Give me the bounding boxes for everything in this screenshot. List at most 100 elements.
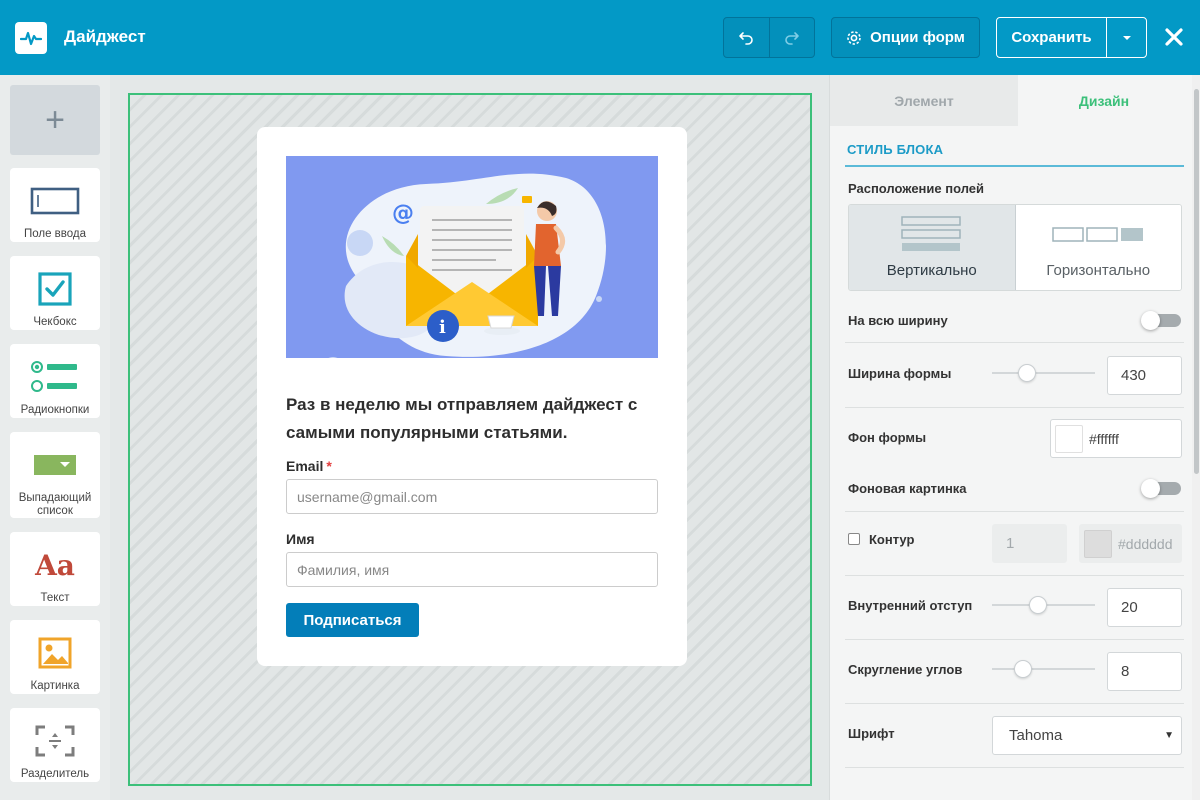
redo-icon <box>785 31 799 45</box>
editor-canvas: @ i Раз в неделю мы отправляем дайджест … <box>110 75 829 800</box>
slider-handle[interactable] <box>1014 660 1032 678</box>
image-icon <box>38 632 72 674</box>
font-select[interactable]: Tahoma ▼ <box>992 716 1182 755</box>
undo-icon <box>739 31 754 45</box>
tab-element[interactable]: Элемент <box>830 75 1018 126</box>
form-illustration[interactable]: @ i <box>286 156 658 358</box>
email-label-text: Email <box>286 458 324 474</box>
padding-slider[interactable] <box>992 596 1095 614</box>
settings-panel: Элемент Дизайн СТИЛЬ БЛОКА Расположение … <box>829 75 1200 800</box>
form-heading[interactable]: Раз в неделю мы отправляем дайджест с са… <box>286 391 658 447</box>
palette-item-label: Картинка <box>30 680 80 692</box>
full-width-toggle[interactable] <box>1141 311 1181 330</box>
separator <box>845 767 1184 768</box>
divider-icon <box>35 720 75 762</box>
separator <box>845 511 1184 512</box>
palette-item-divider[interactable]: Разделитель <box>10 708 100 782</box>
plus-icon: + <box>45 100 65 139</box>
bg-image-label: Фоновая картинка <box>848 481 967 496</box>
border-label: Контур <box>869 532 915 547</box>
toggle-knob <box>1141 311 1160 330</box>
palette-item-dropdown[interactable]: Выпадающий список <box>10 432 100 518</box>
palette-item-input[interactable]: Поле ввода <box>10 168 100 242</box>
dropdown-icon <box>33 444 77 486</box>
separator <box>845 575 1184 576</box>
form-options-button[interactable]: Опции форм <box>831 17 980 58</box>
section-title: СТИЛЬ БЛОКА <box>847 142 944 157</box>
border-checkbox[interactable] <box>848 533 860 545</box>
redo-button[interactable] <box>768 18 814 57</box>
undo-button[interactable] <box>724 18 769 57</box>
add-block-button[interactable]: + <box>10 85 100 155</box>
history-controls <box>723 17 815 58</box>
element-palette: + Поле ввода Чекбокс Радиокнопки Выпадаю… <box>0 75 110 800</box>
svg-text:i: i <box>439 317 446 338</box>
email-label: Email * <box>286 458 332 474</box>
layout-vertical-option[interactable]: Вертикально <box>849 205 1016 290</box>
palette-item-image[interactable]: Картинка <box>10 620 100 694</box>
gear-icon <box>847 30 861 45</box>
save-button[interactable]: Сохранить <box>997 18 1106 57</box>
palette-item-checkbox[interactable]: Чекбокс <box>10 256 100 330</box>
email-field[interactable]: username@gmail.com <box>286 479 658 514</box>
text-icon: Aa <box>35 544 75 586</box>
panel-scrollbar-thumb[interactable] <box>1194 89 1199 474</box>
subscription-form-card[interactable]: @ i Раз в неделю мы отправляем дайджест … <box>257 127 687 666</box>
form-bg-label: Фон формы <box>848 430 927 445</box>
checkbox-icon <box>38 268 72 310</box>
form-bg-color-field[interactable]: #ffffff <box>1050 419 1182 458</box>
form-bg-value: #ffffff <box>1089 430 1119 447</box>
palette-item-label: Чекбокс <box>33 316 77 328</box>
border-width-input[interactable]: 1 <box>992 524 1067 563</box>
email-placeholder: username@gmail.com <box>297 488 438 505</box>
border-color-field[interactable]: #dddddd <box>1079 524 1182 563</box>
padding-label: Внутренний отступ <box>848 598 973 613</box>
name-field[interactable]: Фамилия, имя <box>286 552 658 587</box>
dropdown-arrow-icon: ▼ <box>1164 730 1174 741</box>
slider-handle[interactable] <box>1029 596 1047 614</box>
color-swatch[interactable] <box>1084 529 1112 558</box>
palette-item-label: Поле ввода <box>23 228 87 240</box>
border-color-value: #dddddd <box>1118 535 1173 552</box>
separator <box>845 407 1184 408</box>
save-options-button[interactable] <box>1106 18 1146 57</box>
fields-layout-switch: Вертикально Горизонтально <box>848 204 1182 291</box>
subscribe-button[interactable]: Подписаться <box>286 603 419 637</box>
top-bar: Дайджест Опции форм Сохранить <box>0 0 1200 75</box>
required-mark: * <box>326 458 332 474</box>
name-placeholder: Фамилия, имя <box>297 561 390 578</box>
color-swatch[interactable] <box>1055 424 1083 453</box>
name-label: Имя <box>286 531 315 547</box>
palette-item-radio[interactable]: Радиокнопки <box>10 344 100 418</box>
bg-image-toggle[interactable] <box>1141 479 1181 498</box>
envelope-illustration-icon: @ i <box>328 173 606 358</box>
form-width-slider[interactable] <box>992 364 1095 382</box>
vertical-layout-icon <box>901 216 961 251</box>
palette-item-label: Разделитель <box>20 768 90 780</box>
close-button[interactable] <box>1161 24 1187 50</box>
corner-radius-slider[interactable] <box>992 660 1095 678</box>
layout-horizontal-label: Горизонтально <box>1046 262 1151 279</box>
separator <box>845 342 1184 343</box>
caret-down-icon <box>1122 35 1131 40</box>
form-width-label: Ширина формы <box>848 366 952 381</box>
slider-handle[interactable] <box>1018 364 1036 382</box>
tab-design[interactable]: Дизайн <box>1018 75 1190 126</box>
font-select-value: Tahoma <box>1009 727 1063 744</box>
save-button-group: Сохранить <box>996 17 1147 58</box>
input-field-icon <box>30 180 80 222</box>
palette-item-text[interactable]: Aa Текст <box>10 532 100 606</box>
form-width-input[interactable]: 430 <box>1107 356 1182 395</box>
panel-tabs: Элемент Дизайн <box>830 75 1190 126</box>
app-logo-icon <box>15 22 47 54</box>
layout-vertical-label: Вертикально <box>886 262 977 279</box>
fields-layout-label: Расположение полей <box>848 181 985 196</box>
palette-item-label: Выпадающий список <box>18 492 92 517</box>
layout-horizontal-option[interactable]: Горизонтально <box>1015 205 1181 290</box>
page-title: Дайджест <box>64 27 146 46</box>
form-block-drop-area[interactable]: @ i Раз в неделю мы отправляем дайджест … <box>128 93 812 786</box>
palette-item-label: Радиокнопки <box>20 404 90 416</box>
horizontal-layout-icon <box>1052 227 1144 242</box>
padding-input[interactable]: 20 <box>1107 588 1182 627</box>
corner-radius-input[interactable]: 8 <box>1107 652 1182 691</box>
